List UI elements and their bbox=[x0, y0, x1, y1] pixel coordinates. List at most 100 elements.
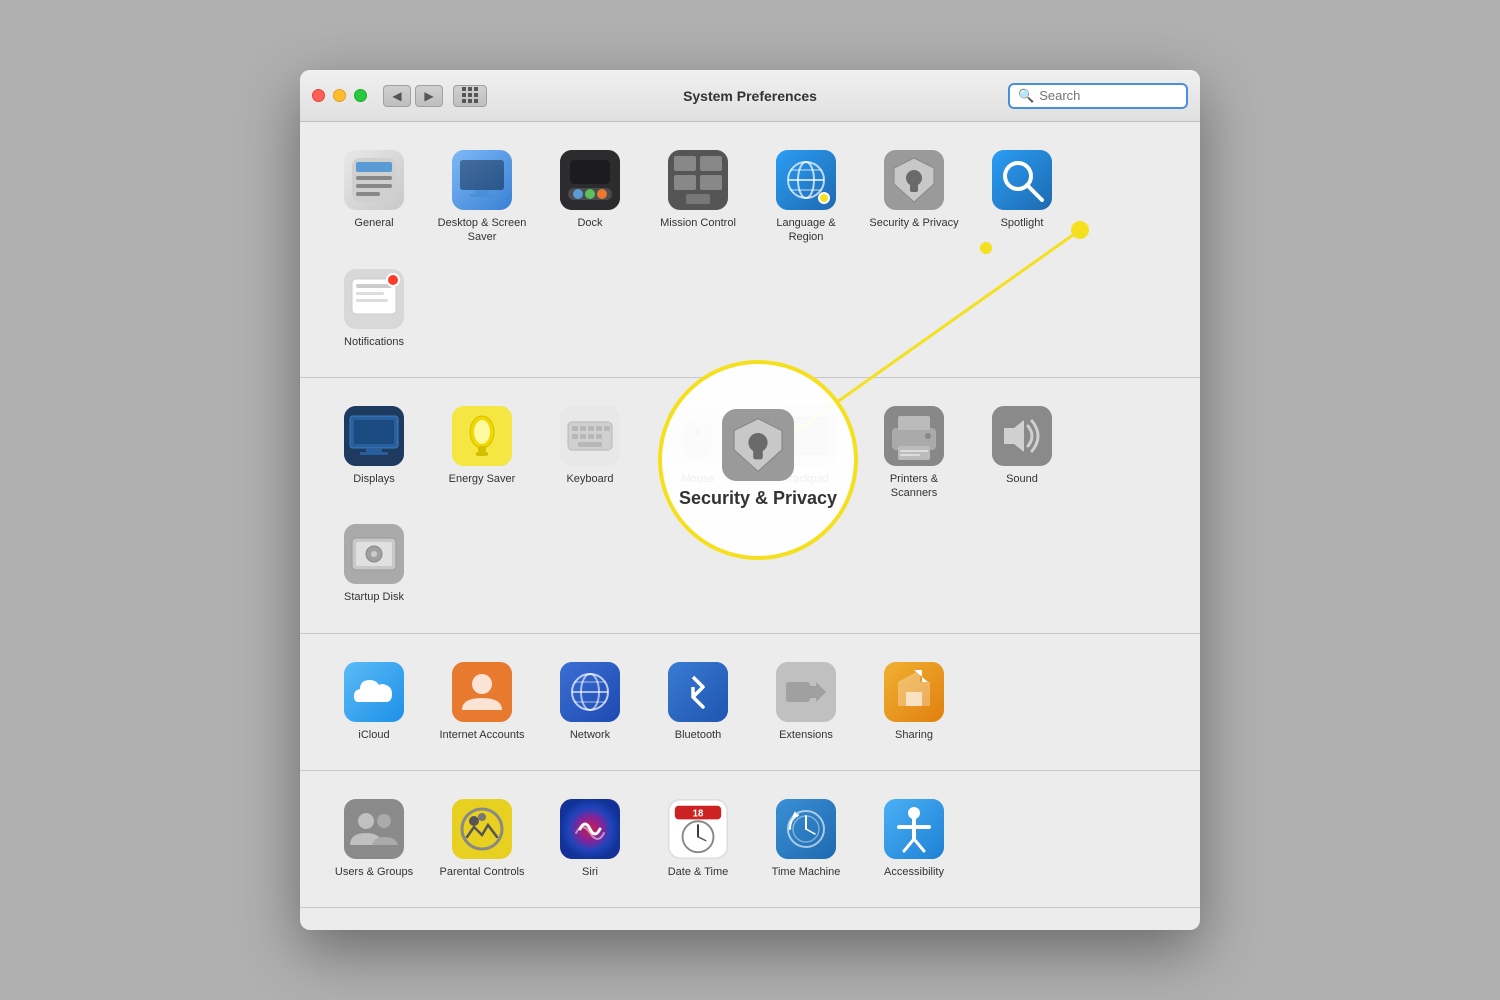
bluetooth-label: Bluetooth bbox=[675, 728, 721, 742]
pref-sound[interactable]: Sound bbox=[972, 398, 1072, 509]
mission-label: Mission Control bbox=[660, 216, 736, 230]
language-label: Language & Region bbox=[760, 216, 852, 245]
icloud-label: iCloud bbox=[358, 728, 389, 742]
accessibility-icon bbox=[884, 799, 944, 859]
pref-displays[interactable]: Displays bbox=[324, 398, 424, 509]
system-preferences-window: ◀ ▶ System Preferences 🔍 bbox=[300, 70, 1200, 930]
section-hardware: Displays Energy Saver bbox=[300, 378, 1200, 634]
language-icon bbox=[776, 150, 836, 210]
users-label: Users & Groups bbox=[335, 865, 413, 879]
pref-flash[interactable]: Flash Player bbox=[432, 928, 532, 930]
mouse-icon bbox=[668, 406, 728, 466]
grid-view-button[interactable] bbox=[453, 85, 487, 107]
search-box[interactable]: 🔍 bbox=[1008, 83, 1188, 109]
pref-startup[interactable]: Startup Disk bbox=[324, 516, 424, 612]
parental-icon bbox=[452, 799, 512, 859]
section-system: Users & Groups Parental Controls bbox=[300, 771, 1200, 908]
pref-language[interactable]: Language & Region bbox=[756, 142, 856, 253]
extensions-icon bbox=[776, 662, 836, 722]
mouse-label: Mouse bbox=[681, 472, 714, 486]
search-input[interactable] bbox=[1039, 88, 1179, 103]
sharing-label: Sharing bbox=[895, 728, 933, 742]
pref-users[interactable]: Users & Groups bbox=[324, 791, 424, 887]
notifications-badge bbox=[386, 273, 400, 287]
pref-dock[interactable]: Dock bbox=[540, 142, 640, 253]
accounts-icon bbox=[452, 662, 512, 722]
trackpad-label: Trackpad bbox=[783, 472, 828, 486]
pref-versioncue[interactable]: Version Cue CS4 bbox=[324, 928, 424, 930]
network-icon bbox=[560, 662, 620, 722]
pref-extensions[interactable]: Extensions bbox=[756, 654, 856, 750]
pref-siri[interactable]: Siri bbox=[540, 791, 640, 887]
displays-label: Displays bbox=[353, 472, 395, 486]
general-label: General bbox=[354, 216, 393, 230]
pref-energy[interactable]: Energy Saver bbox=[432, 398, 532, 509]
language-dot bbox=[818, 192, 830, 204]
content-area: General bbox=[300, 122, 1200, 930]
pref-printers[interactable]: Printers & Scanners bbox=[864, 398, 964, 509]
startup-label: Startup Disk bbox=[344, 590, 404, 604]
spotlight-label: Spotlight bbox=[1001, 216, 1044, 230]
notifications-label: Notifications bbox=[344, 335, 404, 349]
energy-icon bbox=[452, 406, 512, 466]
security-icon bbox=[884, 150, 944, 210]
pref-bluetooth[interactable]: Bluetooth bbox=[648, 654, 748, 750]
pref-spotlight[interactable]: Spotlight bbox=[972, 142, 1072, 253]
keyboard-icon bbox=[560, 406, 620, 466]
pref-network[interactable]: Network bbox=[540, 654, 640, 750]
back-icon: ◀ bbox=[392, 89, 401, 103]
printers-label: Printers & Scanners bbox=[868, 472, 960, 501]
timemachine-icon bbox=[776, 799, 836, 859]
accessibility-label: Accessibility bbox=[884, 865, 944, 879]
printers-icon bbox=[884, 406, 944, 466]
nav-buttons: ◀ ▶ bbox=[383, 85, 487, 107]
network-label: Network bbox=[570, 728, 610, 742]
accounts-label: Internet Accounts bbox=[440, 728, 525, 742]
bluetooth-icon bbox=[668, 662, 728, 722]
mission-icon bbox=[668, 150, 728, 210]
back-button[interactable]: ◀ bbox=[383, 85, 411, 107]
section-other: Version Cue CS4 bbox=[300, 908, 1200, 930]
extensions-label: Extensions bbox=[779, 728, 833, 742]
forward-button[interactable]: ▶ bbox=[415, 85, 443, 107]
parental-label: Parental Controls bbox=[440, 865, 525, 879]
general-icon bbox=[344, 150, 404, 210]
pref-notifications[interactable]: Notifications bbox=[324, 261, 424, 357]
pref-keyboard[interactable]: Keyboard bbox=[540, 398, 640, 509]
energy-label: Energy Saver bbox=[449, 472, 516, 486]
svg-text:18: 18 bbox=[693, 809, 704, 820]
sound-icon bbox=[992, 406, 1052, 466]
users-icon bbox=[344, 799, 404, 859]
pref-sharing[interactable]: Sharing bbox=[864, 654, 964, 750]
pref-accessibility[interactable]: Accessibility bbox=[864, 791, 964, 887]
section-internet: iCloud Internet Accounts bbox=[300, 634, 1200, 771]
notifications-icon bbox=[344, 269, 404, 329]
close-button[interactable] bbox=[312, 89, 325, 102]
pref-timemachine[interactable]: Time Machine bbox=[756, 791, 856, 887]
window-title: System Preferences bbox=[683, 88, 817, 104]
pref-datetime[interactable]: 18 Date & Time bbox=[648, 791, 748, 887]
pref-icloud[interactable]: iCloud bbox=[324, 654, 424, 750]
displays-icon bbox=[344, 406, 404, 466]
maximize-button[interactable] bbox=[354, 89, 367, 102]
dock-icon bbox=[560, 150, 620, 210]
datetime-icon: 18 bbox=[668, 799, 728, 859]
pref-security[interactable]: Security & Privacy bbox=[864, 142, 964, 253]
pref-parental[interactable]: Parental Controls bbox=[432, 791, 532, 887]
timemachine-label: Time Machine bbox=[772, 865, 841, 879]
pref-desktop[interactable]: Desktop & Screen Saver bbox=[432, 142, 532, 253]
sharing-icon bbox=[884, 662, 944, 722]
pref-trackpad[interactable]: Trackpad bbox=[756, 398, 856, 509]
trackpad-icon bbox=[776, 406, 836, 466]
pref-mission[interactable]: Mission Control bbox=[648, 142, 748, 253]
forward-icon: ▶ bbox=[424, 89, 433, 103]
security-label: Security & Privacy bbox=[869, 216, 958, 230]
traffic-lights bbox=[312, 89, 367, 102]
minimize-button[interactable] bbox=[333, 89, 346, 102]
pref-general[interactable]: General bbox=[324, 142, 424, 253]
keyboard-label: Keyboard bbox=[566, 472, 613, 486]
titlebar: ◀ ▶ System Preferences 🔍 bbox=[300, 70, 1200, 122]
pref-mouse[interactable]: Mouse bbox=[648, 398, 748, 509]
siri-label: Siri bbox=[582, 865, 598, 879]
pref-accounts[interactable]: Internet Accounts bbox=[432, 654, 532, 750]
